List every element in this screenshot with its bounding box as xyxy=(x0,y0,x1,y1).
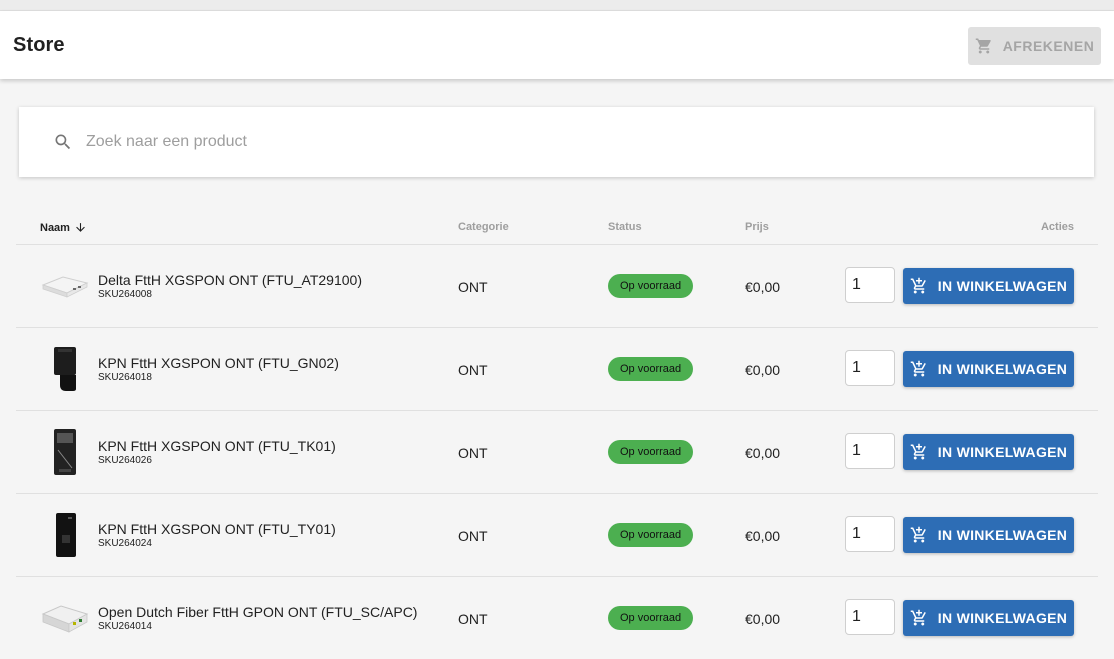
checkout-label: AFREKENEN xyxy=(1002,38,1095,54)
product-sku: SKU264018 xyxy=(98,372,152,383)
quantity-input[interactable] xyxy=(845,433,895,469)
table-row: Open Dutch Fiber FttH GPON ONT (FTU_SC/A… xyxy=(16,577,1098,659)
quantity-input[interactable] xyxy=(845,599,895,635)
app-bar: Store AFREKENEN xyxy=(0,11,1114,79)
checkout-button[interactable]: AFREKENEN xyxy=(968,27,1101,65)
product-price: €0,00 xyxy=(745,279,781,295)
product-name: KPN FttH XGSPON ONT (FTU_TY01) xyxy=(98,521,336,537)
product-sku: SKU264008 xyxy=(98,289,152,300)
add-shopping-cart-icon xyxy=(910,277,926,294)
product-sku: SKU264024 xyxy=(98,538,152,549)
column-name-label: Naam xyxy=(40,221,70,234)
product-category: ONT xyxy=(458,445,488,461)
product-image xyxy=(40,427,90,477)
top-strip xyxy=(0,0,1114,11)
search-input[interactable] xyxy=(84,132,988,152)
table-row: KPN FttH XGSPON ONT (FTU_TY01) SKU264024… xyxy=(16,494,1098,577)
product-price: €0,00 xyxy=(745,362,781,378)
product-name: KPN FttH XGSPON ONT (FTU_GN02) xyxy=(98,355,339,371)
status-badge: Op voorraad xyxy=(608,357,694,381)
page-title: Store xyxy=(13,33,65,56)
add-to-cart-button[interactable]: IN WINKELWAGEN xyxy=(903,600,1074,636)
status-badge: Op voorraad xyxy=(608,523,694,547)
product-name: KPN FttH XGSPON ONT (FTU_TK01) xyxy=(98,438,336,454)
table-row: KPN FttH XGSPON ONT (FTU_TK01) SKU264026… xyxy=(16,411,1098,494)
product-name: Open Dutch Fiber FttH GPON ONT (FTU_SC/A… xyxy=(98,604,418,620)
product-image xyxy=(40,344,90,394)
product-category: ONT xyxy=(458,611,488,627)
add-to-cart-label: IN WINKELWAGEN xyxy=(937,444,1068,460)
add-to-cart-label: IN WINKELWAGEN xyxy=(937,610,1068,626)
table-row: Delta FttH XGSPON ONT (FTU_AT29100) SKU2… xyxy=(16,245,1098,328)
product-price: €0,00 xyxy=(745,445,781,461)
add-to-cart-button[interactable]: IN WINKELWAGEN xyxy=(903,268,1074,304)
quantity-input[interactable] xyxy=(845,350,895,386)
status-badge: Op voorraad xyxy=(608,440,694,464)
product-image xyxy=(40,261,90,311)
add-to-cart-button[interactable]: IN WINKELWAGEN xyxy=(903,434,1074,470)
arrow-down-icon xyxy=(76,223,85,232)
product-category: ONT xyxy=(458,362,488,378)
quantity-input[interactable] xyxy=(845,267,895,303)
status-badge: Op voorraad xyxy=(608,606,694,630)
add-shopping-cart-icon xyxy=(910,360,926,377)
search-icon xyxy=(55,134,71,150)
add-shopping-cart-icon xyxy=(910,609,926,626)
product-image xyxy=(40,593,90,643)
add-shopping-cart-icon xyxy=(910,526,926,543)
column-header-actions: Acties xyxy=(1040,221,1074,233)
add-to-cart-button[interactable]: IN WINKELWAGEN xyxy=(903,351,1074,387)
product-sku: SKU264014 xyxy=(98,621,152,632)
add-shopping-cart-icon xyxy=(910,443,926,460)
cart-icon xyxy=(975,38,991,54)
product-price: €0,00 xyxy=(745,528,781,544)
column-header-status: Status xyxy=(608,221,642,233)
status-badge: Op voorraad xyxy=(608,274,694,298)
product-category: ONT xyxy=(458,279,488,295)
quantity-input[interactable] xyxy=(845,516,895,552)
product-name: Delta FttH XGSPON ONT (FTU_AT29100) xyxy=(98,272,362,288)
product-price: €0,00 xyxy=(745,611,781,627)
add-to-cart-label: IN WINKELWAGEN xyxy=(937,278,1068,294)
add-to-cart-label: IN WINKELWAGEN xyxy=(937,527,1068,543)
column-header-category: Categorie xyxy=(458,221,509,233)
column-header-price: Prijs xyxy=(745,221,769,233)
table-row: KPN FttH XGSPON ONT (FTU_GN02) SKU264018… xyxy=(16,328,1098,411)
add-to-cart-button[interactable]: IN WINKELWAGEN xyxy=(903,517,1074,553)
add-to-cart-label: IN WINKELWAGEN xyxy=(937,361,1068,377)
product-category: ONT xyxy=(458,528,488,544)
column-header-name[interactable]: Naam xyxy=(40,221,87,234)
product-image xyxy=(40,510,90,560)
product-table: Naam Categorie Status Prijs Acties Delta… xyxy=(16,210,1098,659)
table-header: Naam Categorie Status Prijs Acties xyxy=(16,210,1098,245)
search-bar xyxy=(19,107,1094,177)
product-sku: SKU264026 xyxy=(98,455,152,466)
